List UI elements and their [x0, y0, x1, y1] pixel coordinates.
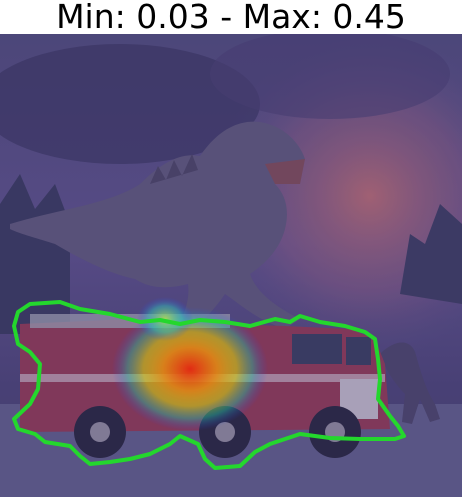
saliency-image [0, 34, 462, 497]
tint-overlay [0, 34, 462, 497]
plot-title: Min: 0.03 - Max: 0.45 [56, 0, 406, 36]
